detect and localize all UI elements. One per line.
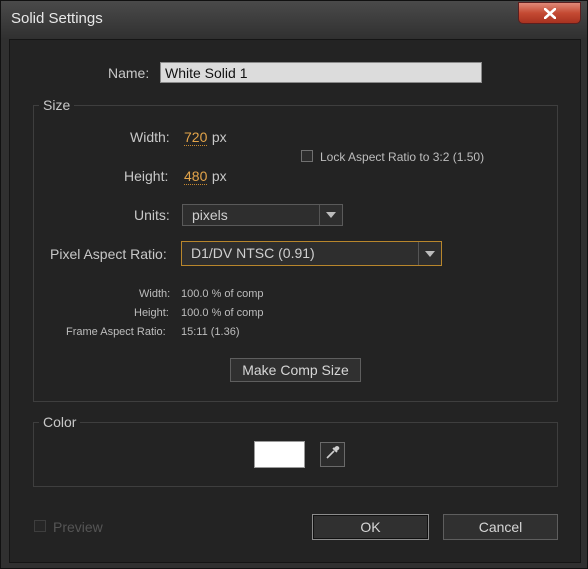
chevron-down-icon: [418, 242, 441, 265]
height-unit: px: [211, 168, 227, 184]
solid-settings-dialog: Solid Settings Name: Size Width: 720 px …: [0, 0, 588, 569]
title-bar[interactable]: Solid Settings: [1, 1, 587, 39]
pixel-aspect-ratio-dropdown[interactable]: D1/DV NTSC (0.91): [181, 241, 442, 266]
info-height-value: 100.0 % of comp: [181, 307, 264, 319]
eyedropper-icon: [325, 444, 341, 465]
info-height-label: Height:: [134, 307, 169, 319]
cancel-button[interactable]: Cancel: [443, 514, 558, 540]
name-label: Name:: [108, 65, 150, 81]
width-label: Width:: [130, 129, 170, 145]
height-label: Height:: [124, 168, 169, 184]
color-swatch[interactable]: [254, 441, 305, 468]
chevron-down-icon: [319, 205, 342, 225]
frame-aspect-ratio-label: Frame Aspect Ratio:: [66, 326, 166, 338]
window-title: Solid Settings: [11, 10, 103, 27]
ok-button[interactable]: OK: [312, 514, 429, 540]
preview-checkbox[interactable]: [34, 520, 46, 532]
width-unit: px: [211, 129, 227, 145]
preview-label: Preview: [53, 519, 103, 535]
dialog-body: Name: Size Width: 720 px Height: 480 px …: [9, 39, 581, 563]
name-input[interactable]: [160, 62, 482, 83]
make-comp-size-button[interactable]: Make Comp Size: [230, 358, 361, 382]
width-value[interactable]: 720: [184, 129, 208, 146]
units-dropdown[interactable]: pixels: [182, 204, 343, 226]
color-group-title: Color: [39, 414, 81, 430]
info-width-value: 100.0 % of comp: [181, 288, 264, 300]
lock-aspect-label: Lock Aspect Ratio to 3:2 (1.50): [320, 150, 485, 164]
close-icon: [543, 7, 556, 19]
eyedropper-button[interactable]: [320, 442, 345, 467]
close-button[interactable]: [518, 2, 581, 24]
lock-aspect-checkbox[interactable]: [301, 150, 313, 162]
pixel-aspect-ratio-label: Pixel Aspect Ratio:: [50, 246, 167, 262]
info-width-label: Width:: [139, 288, 171, 300]
units-dropdown-value: pixels: [192, 207, 228, 223]
pixel-aspect-ratio-value: D1/DV NTSC (0.91): [191, 245, 315, 261]
frame-aspect-ratio-value: 15:11 (1.36): [181, 326, 240, 338]
height-value[interactable]: 480: [184, 168, 208, 185]
units-label: Units:: [134, 207, 170, 223]
size-group-title: Size: [39, 97, 75, 113]
